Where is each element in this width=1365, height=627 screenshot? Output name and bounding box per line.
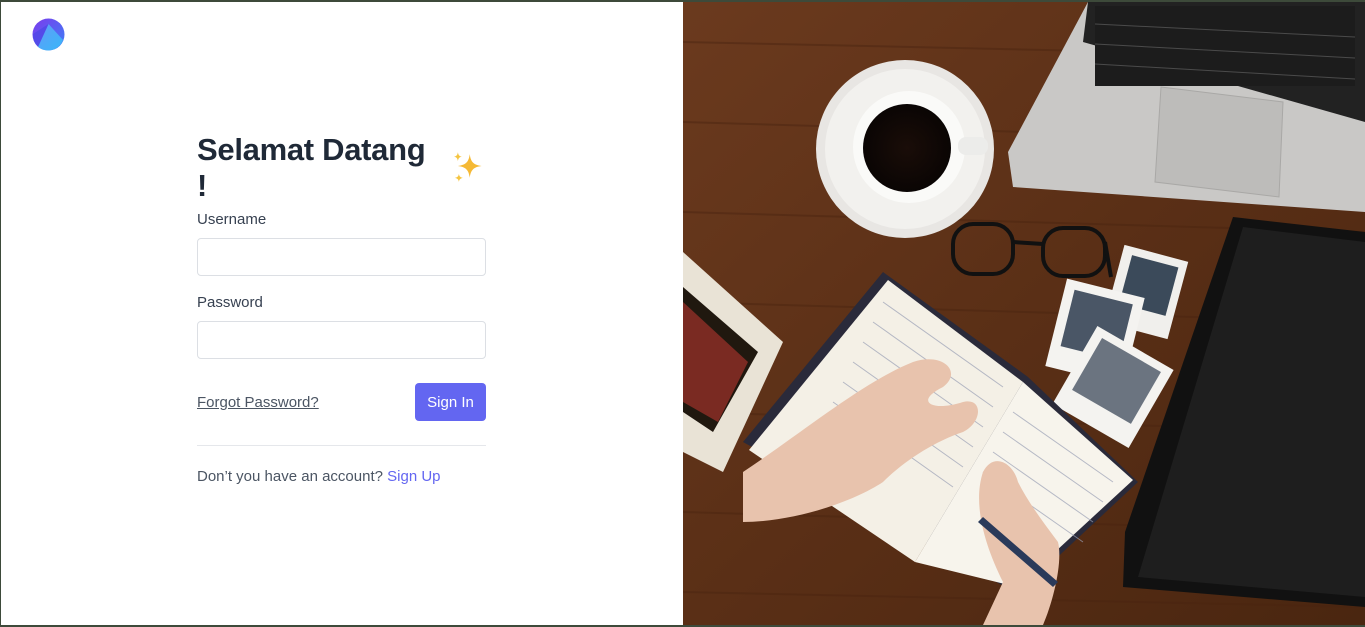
no-account-text: Don’t you have an account? <box>197 468 383 485</box>
login-form: Selamat Datang ! Username Password Forgo… <box>197 132 486 485</box>
divider <box>197 445 486 446</box>
sparkles-icon <box>454 152 483 182</box>
app-logo-icon <box>32 18 65 51</box>
hero-image <box>683 2 1365 625</box>
username-label: Username <box>197 211 267 228</box>
title-text: Selamat Datang ! <box>197 132 426 203</box>
login-page: Selamat Datang ! Username Password Forgo… <box>1 2 1365 625</box>
coffee-cup <box>816 60 994 238</box>
form-actions: Forgot Password? Sign In <box>197 383 486 421</box>
desk-photo <box>683 2 1365 625</box>
page-title: Selamat Datang ! <box>197 132 486 203</box>
username-input[interactable] <box>197 238 486 276</box>
forgot-password-link[interactable]: Forgot Password? <box>197 394 319 411</box>
password-input[interactable] <box>197 321 486 359</box>
login-panel: Selamat Datang ! Username Password Forgo… <box>1 2 683 625</box>
sign-up-link[interactable]: Sign Up <box>387 468 440 485</box>
password-label: Password <box>197 294 263 311</box>
signup-prompt: Don’t you have an account? Sign Up <box>197 468 486 485</box>
sign-in-button[interactable]: Sign In <box>415 383 486 421</box>
